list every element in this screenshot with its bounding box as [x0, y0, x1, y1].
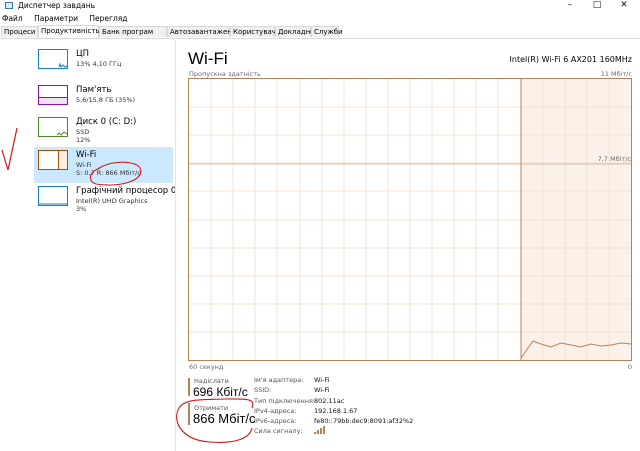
send-indicator [188, 378, 190, 396]
graph-time-label: 60 секунд [189, 363, 224, 371]
tab-processes[interactable]: Процеси [1, 26, 38, 37]
graph-throughput-label: Пропускна здатність [189, 70, 261, 78]
wifi-adapter: Wi-Fi [76, 161, 92, 169]
sidebar-item-memory[interactable]: Пам'ять 5,6/15,8 ГБ (35%) [34, 82, 173, 118]
panel-divider [175, 40, 176, 451]
menu-options[interactable]: Параметри [34, 14, 78, 23]
signal-bar [320, 428, 322, 435]
menu-bar: Файл Параметри Перегляд [0, 13, 134, 24]
throughput-graph-svg [189, 79, 631, 360]
send-label: Надіслати [194, 377, 229, 385]
signal-bar [323, 426, 325, 435]
memory-thumbnail [38, 85, 68, 105]
graph-max-label: 11 Мбіт/с [600, 70, 632, 78]
gpu-usage: 3% [76, 205, 87, 213]
page-title: Wi-Fi [188, 49, 228, 68]
task-manager-icon [5, 2, 13, 9]
graph-zero-label: 0 [627, 363, 632, 371]
maximize-button[interactable]: □ [583, 0, 611, 11]
tab-users[interactable]: Користувачі [230, 26, 278, 37]
disk-name: Диск 0 (C: D:) [76, 117, 137, 127]
graph-grid [189, 79, 631, 360]
signal-bar [317, 430, 319, 435]
disk-type: SSD [76, 128, 90, 136]
minimize-button[interactable]: – [556, 0, 584, 11]
tab-performance[interactable]: Продуктивність [38, 25, 100, 38]
wifi-name: Wi-Fi [76, 150, 97, 160]
window-title: Диспетчер завдань [18, 1, 96, 10]
sidebar-item-disk[interactable]: Диск 0 (C: D:) SSD 12% [34, 114, 173, 150]
gpu-name: Графічний процесор 0 [76, 186, 177, 196]
throughput-graph [188, 78, 632, 361]
graph-mid-label: 7,7 Мбіт/с [597, 155, 631, 163]
cpu-usage: 13% 4,10 ГГц [76, 60, 122, 68]
adapter-name: Intel(R) Wi-Fi 6 AX201 160MHz [509, 55, 632, 64]
tab-startup[interactable]: Автозавантаження [167, 26, 241, 37]
tab-app-history[interactable]: Банк програм [99, 26, 167, 37]
sidebar-item-cpu[interactable]: ЦП 13% 4,10 ГГц [34, 46, 173, 82]
cpu-name: ЦП [76, 49, 89, 59]
cpu-thumbnail [38, 49, 68, 69]
sidebar-item-wifi[interactable]: Wi-Fi Wi-Fi S: 0,7 R: 866 Мбіт/с [34, 147, 173, 183]
tab-details[interactable]: Докладно [275, 26, 314, 37]
wifi-throughput: S: 0,7 R: 866 Мбіт/с [76, 169, 141, 177]
menu-file[interactable]: Файл [2, 14, 23, 23]
receive-value: 866 Мбіт/с [193, 411, 256, 426]
memory-name: Пам'ять [76, 85, 112, 95]
wifi-thumbnail [38, 150, 68, 170]
menu-view[interactable]: Перегляд [89, 14, 127, 23]
resource-sidebar: ЦП 13% 4,10 ГГц Пам'ять 5,6/15,8 ГБ (35%… [0, 40, 177, 451]
tab-bar: Процеси Продуктивність Банк програм Авто… [0, 25, 640, 39]
memory-usage: 5,6/15,8 ГБ (35%) [76, 96, 136, 104]
receive-indicator [188, 403, 190, 425]
close-button[interactable]: ✕ [610, 0, 638, 11]
disk-thumbnail [38, 117, 68, 137]
title-bar: Диспетчер завдань – □ ✕ [0, 0, 640, 12]
tab-services[interactable]: Служби [311, 26, 343, 37]
signal-strength-icon [314, 426, 326, 437]
gpu-thumbnail [38, 186, 68, 206]
gpu-model: Intel(R) UHD Graphics [76, 197, 148, 205]
sidebar-item-gpu[interactable]: Графічний процесор 0 Intel(R) UHD Graphi… [34, 183, 177, 219]
signal-bar [314, 432, 316, 435]
disk-usage: 12% [76, 136, 91, 144]
send-value: 696 Кбіт/с [193, 385, 248, 399]
